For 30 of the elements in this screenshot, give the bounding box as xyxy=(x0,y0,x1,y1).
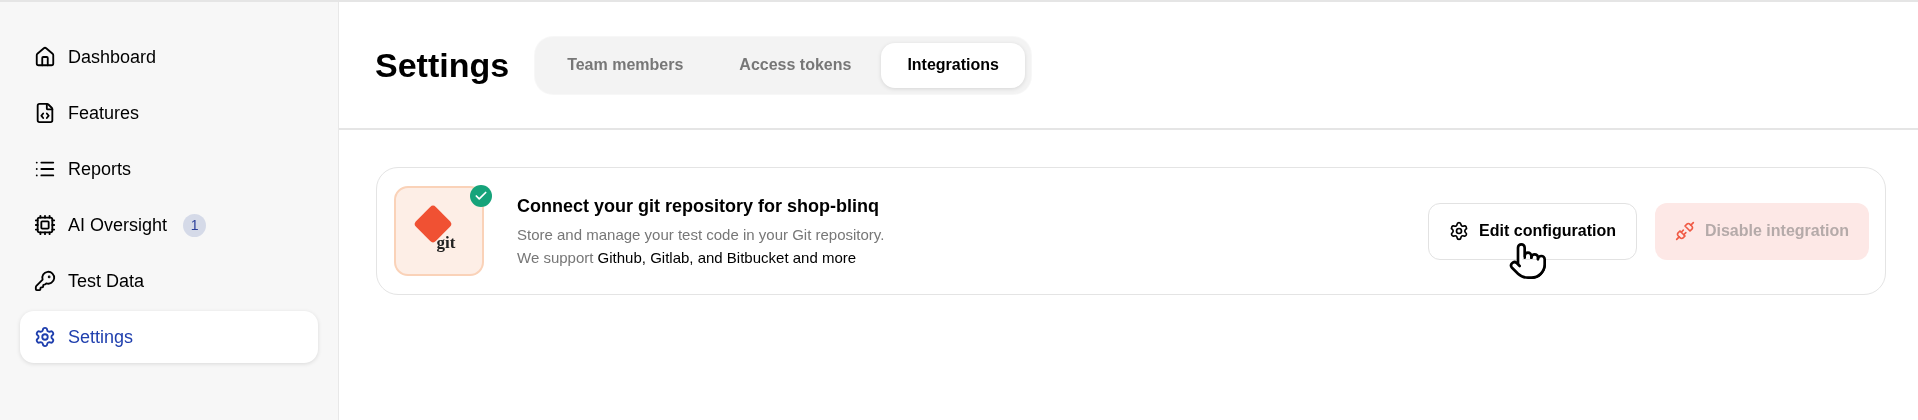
supported-platforms: We support Github, Gitlab, and Bitbucket and more xyxy=(517,247,858,268)
edit-configuration-button[interactable]: Edit configuration xyxy=(1428,202,1637,260)
nav-label: Settings xyxy=(68,325,134,349)
nav-item[interactable]: Dashboard xyxy=(20,31,318,83)
nav-item[interactable]: Settings xyxy=(20,311,318,363)
nav-label: AI Oversight xyxy=(68,213,168,237)
key-icon xyxy=(34,270,56,292)
tab[interactable]: Access tokens xyxy=(713,42,878,88)
house-icon xyxy=(34,46,56,68)
code-file-icon xyxy=(34,102,56,124)
chip-icon xyxy=(34,214,56,236)
nav-item[interactable]: Test Data xyxy=(20,255,318,307)
nav-label: Reports xyxy=(68,157,132,181)
settings-icon xyxy=(34,326,56,348)
integration-description: Store and manage your test code in your Git repository. xyxy=(517,225,885,245)
nav-label: Features xyxy=(68,101,140,125)
nav-label: Test Data xyxy=(68,269,145,293)
nav-label: Dashboard xyxy=(68,45,157,69)
integration-title: Connect your git repository for shop-blinq xyxy=(517,195,880,218)
page-title: Settings xyxy=(375,44,510,86)
tab[interactable]: Team members xyxy=(541,42,710,88)
nav-item[interactable]: Reports xyxy=(20,143,318,195)
logo-text: git xyxy=(436,233,456,251)
settings-icon xyxy=(1449,221,1470,241)
nav-item[interactable]: AI Oversight 1 xyxy=(20,199,318,251)
count-badge: 1 xyxy=(183,213,207,237)
tab[interactable]: Integrations xyxy=(881,42,1025,88)
nav-item[interactable]: Features xyxy=(20,87,318,139)
hand-cursor-icon xyxy=(1508,240,1549,281)
unplug-icon xyxy=(1674,221,1695,241)
